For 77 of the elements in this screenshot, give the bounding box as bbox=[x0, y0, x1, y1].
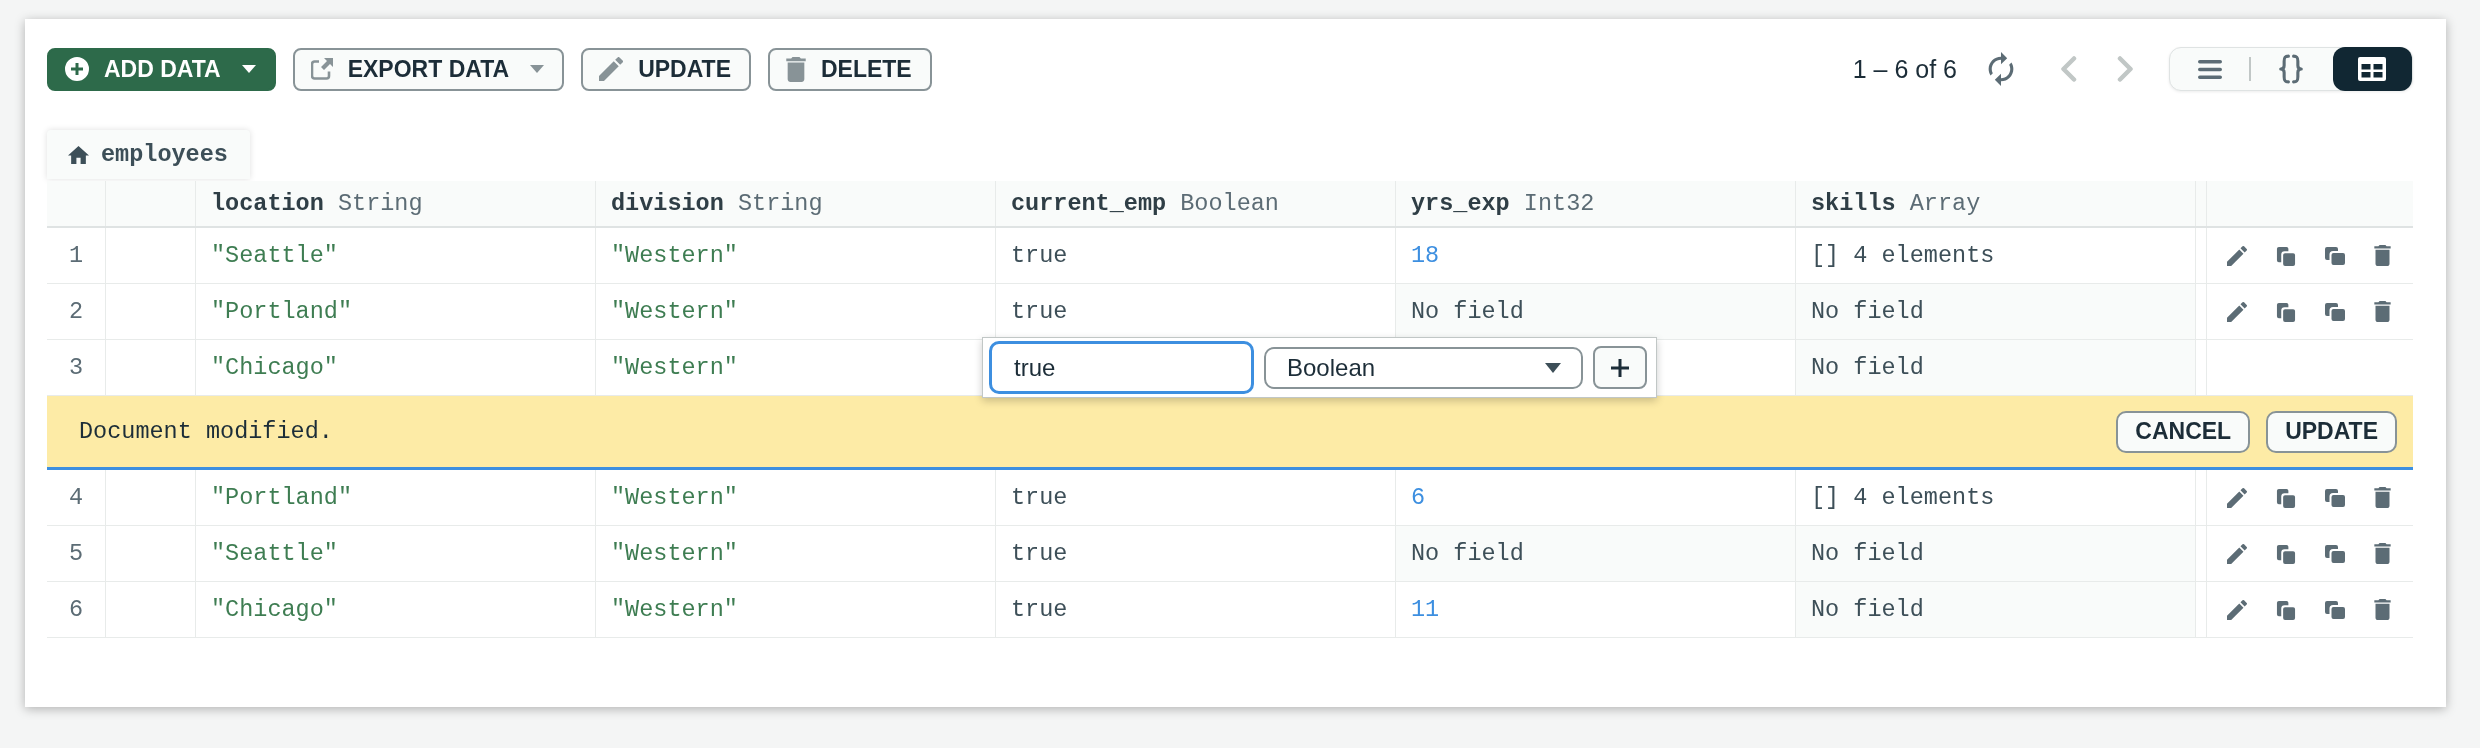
table-cell: "Western" bbox=[596, 470, 996, 525]
table-cell: [] 4 elements bbox=[1796, 228, 2196, 283]
pencil-icon[interactable] bbox=[2227, 245, 2247, 266]
table-cell: No field bbox=[1396, 526, 1796, 581]
caret-down-icon bbox=[1545, 362, 1561, 373]
collection-tab[interactable]: employees bbox=[47, 130, 250, 179]
cancel-button[interactable]: CANCEL bbox=[2116, 410, 2251, 453]
pencil-icon[interactable] bbox=[2227, 543, 2247, 564]
table-cell: No field bbox=[1796, 340, 2196, 395]
trash-icon[interactable] bbox=[2374, 245, 2391, 266]
table-cell: No field bbox=[1796, 582, 2196, 637]
overlapping-squares-icon[interactable] bbox=[2325, 487, 2345, 508]
table-cell: "Seattle" bbox=[196, 228, 596, 283]
refresh-icon[interactable] bbox=[1988, 52, 2014, 86]
row-number: 3 bbox=[47, 340, 106, 395]
export-data-button[interactable]: EXPORT DATA bbox=[292, 47, 565, 91]
delete-button[interactable]: DELETE bbox=[768, 47, 932, 91]
pencil-icon bbox=[599, 57, 624, 81]
table-cell: true bbox=[996, 228, 1396, 283]
column-header: yrs_exp Int32 bbox=[1396, 181, 1796, 226]
list-icon bbox=[2197, 59, 2222, 79]
table-cell: No field bbox=[1796, 526, 2196, 581]
table-cell: "Western" bbox=[596, 228, 996, 283]
column-header: location String bbox=[196, 181, 596, 226]
table-cell: No field bbox=[1396, 284, 1796, 339]
pagination-range: 1 – 6 of 6 bbox=[1852, 54, 1957, 84]
value-input[interactable]: true bbox=[989, 341, 1254, 394]
type-select[interactable]: Boolean bbox=[1264, 346, 1583, 389]
row-number: 2 bbox=[47, 284, 106, 339]
trash-icon[interactable] bbox=[2374, 599, 2391, 620]
overlapping-squares-icon[interactable] bbox=[2325, 599, 2345, 620]
table-cell: true bbox=[996, 470, 1396, 525]
row-number: 4 bbox=[47, 470, 106, 525]
trash-icon bbox=[786, 56, 806, 82]
row-number: 1 bbox=[47, 228, 106, 283]
table-cell: "Seattle" bbox=[196, 526, 596, 581]
table-cell: [] 4 elements bbox=[1796, 470, 2196, 525]
table-cell: "Portland" bbox=[196, 284, 596, 339]
table-cell: "Western" bbox=[596, 582, 996, 637]
row-number: 6 bbox=[47, 582, 106, 637]
stacked-pages-icon[interactable] bbox=[2276, 301, 2296, 322]
table-cell: true bbox=[996, 582, 1396, 637]
table-cell: 18 bbox=[1396, 228, 1796, 283]
table-cell: No field bbox=[1796, 284, 2196, 339]
pencil-icon[interactable] bbox=[2227, 487, 2247, 508]
home-icon bbox=[68, 145, 89, 164]
pencil-icon[interactable] bbox=[2227, 301, 2247, 322]
overlapping-squares-icon[interactable] bbox=[2325, 301, 2345, 322]
braces-icon bbox=[2279, 54, 2303, 84]
overlapping-squares-icon[interactable] bbox=[2325, 245, 2345, 266]
export-icon bbox=[310, 58, 333, 80]
table-cell: "Portland" bbox=[196, 470, 596, 525]
update-button[interactable]: UPDATE bbox=[581, 47, 751, 91]
trash-icon[interactable] bbox=[2374, 543, 2391, 564]
overlapping-squares-icon[interactable] bbox=[2325, 543, 2345, 564]
stacked-pages-icon[interactable] bbox=[2276, 543, 2296, 564]
trash-icon[interactable] bbox=[2374, 487, 2391, 508]
table-icon bbox=[2358, 57, 2387, 81]
update-button[interactable]: UPDATE bbox=[2266, 410, 2397, 453]
pencil-icon[interactable] bbox=[2227, 599, 2247, 620]
trash-icon[interactable] bbox=[2374, 301, 2391, 322]
stacked-pages-icon[interactable] bbox=[2276, 599, 2296, 620]
status-message: Document modified. bbox=[79, 418, 333, 445]
add-field-button[interactable] bbox=[1593, 346, 1647, 389]
table-cell: "Chicago" bbox=[196, 582, 596, 637]
table-view-tab[interactable] bbox=[2332, 47, 2412, 91]
table-cell: "Western" bbox=[596, 526, 996, 581]
table-cell: 6 bbox=[1396, 470, 1796, 525]
row-number: 5 bbox=[47, 526, 106, 581]
column-header: division String bbox=[596, 181, 996, 226]
table-cell: "Chicago" bbox=[196, 340, 596, 395]
column-header: current_emp Boolean bbox=[996, 181, 1396, 226]
stacked-pages-icon[interactable] bbox=[2276, 245, 2296, 266]
column-header: skills Array bbox=[1796, 181, 2196, 226]
stacked-pages-icon[interactable] bbox=[2276, 487, 2296, 508]
plus-icon bbox=[1611, 358, 1629, 377]
add-data-button[interactable]: ADD DATA bbox=[47, 47, 276, 91]
